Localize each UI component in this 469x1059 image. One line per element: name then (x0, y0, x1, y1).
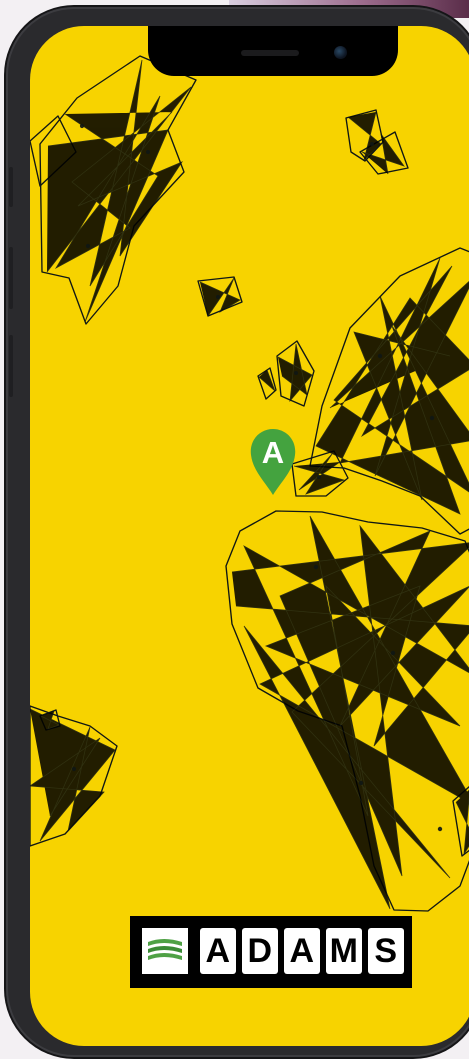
phone-frame: A A D A M S (6, 7, 469, 1057)
adams-logo-icon (142, 928, 188, 974)
brand-letter-m: M (326, 928, 362, 974)
adams-logo: A D A M S (130, 916, 412, 988)
south-america-network (30, 708, 116, 842)
network-node (216, 295, 220, 299)
brand-mark (142, 928, 188, 974)
location-marker[interactable]: A (247, 427, 299, 495)
brand-letter-a-2: A (284, 928, 320, 974)
location-marker-label: A (261, 435, 285, 470)
brand-letter-a-1: A (200, 928, 236, 974)
camera-notch (148, 26, 398, 76)
network-node (85, 243, 91, 249)
brand-letters: A D A M S (200, 928, 404, 974)
speaker-grill (241, 50, 299, 56)
side-button-volume-down (9, 335, 13, 397)
network-node (358, 780, 364, 786)
arctic-network (347, 111, 405, 175)
africa-network (231, 515, 469, 910)
world-map (30, 55, 469, 912)
network-node (370, 142, 374, 146)
network-node (79, 123, 85, 129)
network-node (71, 766, 77, 772)
eurasia-network (315, 257, 469, 515)
network-node (146, 150, 150, 154)
network-node (377, 353, 383, 359)
side-button-volume-up (9, 247, 13, 309)
network-node (390, 650, 396, 656)
network-node (317, 475, 321, 479)
network-node (313, 564, 319, 570)
front-camera (334, 46, 347, 59)
brand-letter-d: D (242, 928, 278, 974)
phone-screen: A A D A M S (30, 26, 469, 1046)
network-node (429, 415, 435, 421)
madagascar-network (455, 789, 469, 855)
brand-letter-s: S (368, 928, 404, 974)
network-node (294, 371, 298, 375)
side-button-action (9, 167, 13, 207)
network-node (437, 826, 443, 832)
